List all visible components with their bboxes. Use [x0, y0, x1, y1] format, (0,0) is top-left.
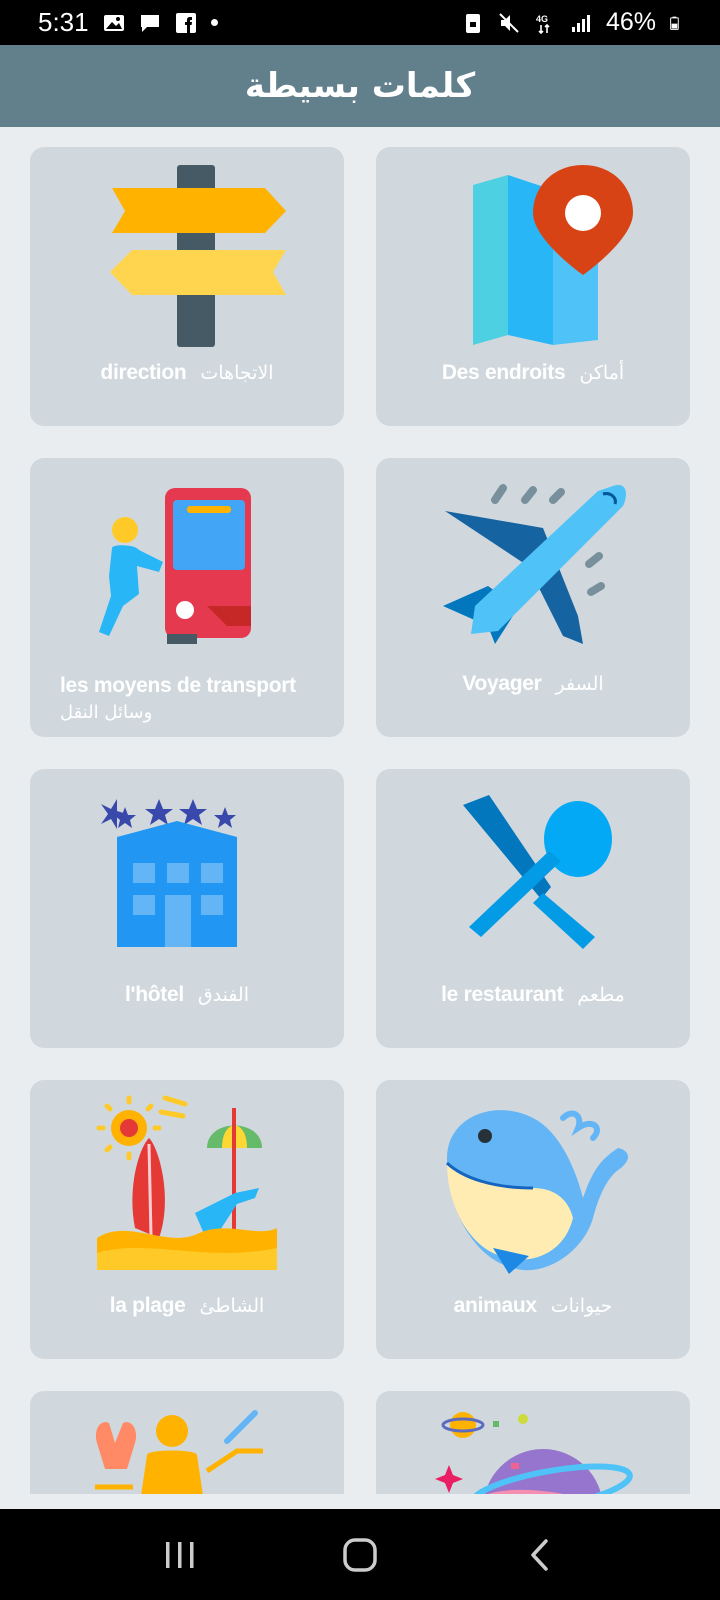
body-icon	[30, 1399, 344, 1494]
category-label: le restaurant مطعم	[376, 983, 690, 1007]
home-button[interactable]	[330, 1525, 390, 1585]
category-label-ar: مطعم	[577, 984, 625, 1006]
bus-icon	[30, 466, 344, 666]
message-icon	[140, 14, 159, 32]
category-card-body[interactable]	[30, 1391, 344, 1494]
category-label-fr: la plage	[109, 1294, 186, 1317]
network-4g-icon: 4G	[536, 14, 550, 34]
notification-dot-icon	[210, 19, 218, 26]
category-card-beach[interactable]: la plage الشاطئ	[30, 1080, 344, 1359]
status-bar: 5:31 4G 46%	[0, 0, 720, 45]
map-pin-icon	[376, 155, 690, 355]
signpost-icon	[30, 155, 344, 355]
app-bar: كلمات بسيطة	[0, 45, 720, 127]
planet-icon	[376, 1399, 690, 1494]
hotel-icon	[30, 777, 344, 977]
battery-percent: 46%	[605, 8, 656, 36]
category-label-fr: Voyager	[462, 672, 542, 695]
category-label-fr: les moyens de transport	[60, 674, 296, 697]
svg-text:4G: 4G	[536, 14, 548, 24]
category-label: Des endroits أماكن	[376, 361, 690, 385]
recent-apps-button[interactable]	[150, 1525, 210, 1585]
mute-icon	[499, 12, 519, 33]
facebook-icon	[175, 12, 196, 33]
category-label-ar: الشاطئ	[199, 1295, 265, 1317]
category-card-places[interactable]: Des endroits أماكن	[376, 147, 690, 426]
back-icon	[531, 1538, 548, 1571]
category-label: les moyens de transport وسائل النقل	[60, 674, 296, 723]
category-card-hotel[interactable]: l'hôtel الفندق	[30, 769, 344, 1048]
signal-icon	[571, 14, 590, 32]
whale-icon	[376, 1088, 690, 1288]
category-label: la plage الشاطئ	[30, 1294, 344, 1318]
airplane-icon	[376, 466, 690, 666]
back-button[interactable]	[510, 1525, 570, 1585]
recent-apps-icon	[166, 1541, 194, 1568]
gallery-icon	[103, 14, 124, 31]
grid-bottom-padding	[0, 1494, 720, 1509]
knife-spoon-icon	[376, 777, 690, 977]
category-label-fr: direction	[100, 361, 187, 384]
category-label-ar: حيوانات	[550, 1295, 613, 1317]
status-time: 5:31	[38, 7, 89, 37]
category-label-ar: أماكن	[579, 362, 625, 384]
category-label-ar: الفندق	[197, 984, 250, 1006]
category-card-animals[interactable]: animaux حيوانات	[376, 1080, 690, 1359]
lock-icon	[465, 13, 480, 33]
category-card-direction[interactable]: direction الاتجاهات	[30, 147, 344, 426]
beach-icon	[30, 1088, 344, 1288]
category-label-ar: السفر	[555, 673, 604, 695]
category-card-transport[interactable]: les moyens de transport وسائل النقل	[30, 458, 344, 737]
category-card-restaurant[interactable]: le restaurant مطعم	[376, 769, 690, 1048]
system-nav-bar	[0, 1509, 720, 1600]
category-label-ar: الاتجاهات	[200, 362, 274, 384]
category-grid: direction الاتجاهات Des endroits أماكن l…	[0, 127, 720, 1494]
category-label-fr: Des endroits	[441, 361, 566, 384]
category-label: direction الاتجاهات	[30, 361, 344, 385]
battery-icon	[670, 16, 679, 30]
page-title: كلمات بسيطة	[244, 66, 476, 106]
category-label-ar: وسائل النقل	[60, 702, 153, 723]
category-label-fr: animaux	[453, 1294, 537, 1317]
category-card-space[interactable]	[376, 1391, 690, 1494]
category-label-fr: l'hôtel	[124, 983, 184, 1006]
category-card-travel[interactable]: Voyager السفر	[376, 458, 690, 737]
home-icon	[343, 1537, 377, 1572]
category-label: l'hôtel الفندق	[30, 983, 344, 1007]
category-label: Voyager السفر	[376, 672, 690, 696]
category-label: animaux حيوانات	[376, 1294, 690, 1318]
category-label-fr: le restaurant	[441, 983, 564, 1006]
